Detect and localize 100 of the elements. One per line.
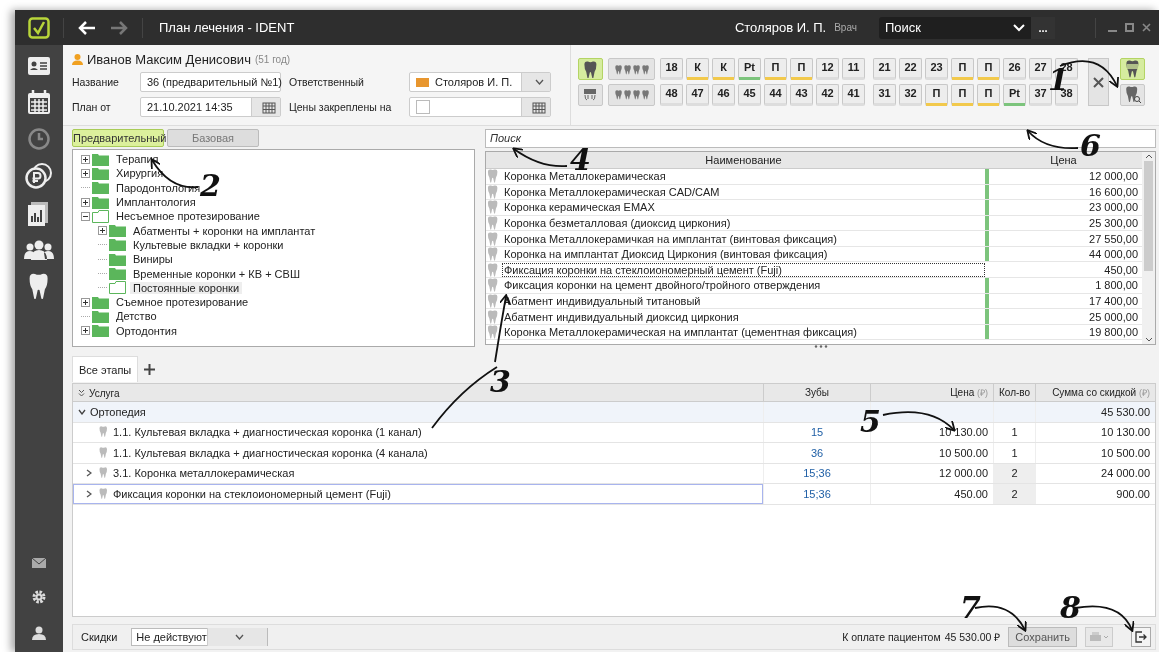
expand-icon[interactable] (81, 168, 90, 178)
tooth-button[interactable]: П (951, 58, 974, 80)
coins-icon[interactable] (25, 163, 53, 189)
checkbox[interactable] (416, 100, 430, 114)
tooth-button[interactable]: П (925, 84, 948, 106)
date-field[interactable]: 21.10.2021 14:35 (140, 97, 281, 117)
tooth-button[interactable]: Pt (1003, 84, 1026, 106)
discount-dropdown[interactable]: Не действуют (131, 628, 269, 646)
tooth-button[interactable]: 11 (842, 58, 865, 80)
tooth-button[interactable]: 41 (842, 84, 865, 106)
tooth-button[interactable]: П (764, 58, 787, 80)
expand-icon[interactable] (81, 326, 90, 336)
save-button[interactable]: Сохранить (1008, 627, 1077, 647)
scroll-down-icon[interactable] (1144, 337, 1153, 343)
tree-item[interactable]: Ортодонтия (113, 324, 180, 337)
close-icon[interactable] (1142, 23, 1151, 32)
tooth-mode-button[interactable] (1120, 58, 1145, 80)
chevron-right-icon[interactable] (86, 469, 92, 478)
tooth-button[interactable]: П (977, 58, 1000, 80)
forward-arrow-icon[interactable] (110, 20, 128, 35)
tooth-button[interactable]: 32 (899, 84, 922, 106)
tree-item[interactable]: Несъемное протезирование (113, 210, 263, 223)
report-icon[interactable] (27, 201, 51, 227)
tooth-button[interactable]: П (977, 84, 1000, 106)
expand-icon[interactable] (81, 297, 90, 307)
tooth-mode-button[interactable] (1120, 84, 1145, 106)
service-name[interactable]: Абатмент индивидуальный диоксид циркония (502, 309, 985, 324)
service-name[interactable]: Фиксация коронки на стеклоиономерный цемент (Fuji) (113, 487, 391, 500)
tree-item[interactable]: Имплантология (113, 196, 199, 209)
column-header[interactable]: Цена (950, 387, 975, 398)
service-name[interactable]: Фиксация коронки на стеклоиономерный цемент (Fuji) (502, 262, 985, 277)
tooth-button[interactable]: Pt (738, 58, 761, 80)
service-name[interactable]: 3.1. Коронка металлокерамическая (113, 467, 295, 480)
service-name[interactable]: Коронка керамическая EMAX (502, 200, 985, 215)
exit-button[interactable] (1131, 627, 1151, 647)
tooth-button[interactable]: 46 (712, 84, 735, 106)
chevron-right-icon[interactable] (86, 489, 92, 498)
tree-item[interactable]: Детство (113, 310, 160, 323)
mail-icon[interactable] (32, 558, 46, 568)
column-header[interactable]: Услуга (89, 384, 120, 402)
column-header[interactable]: Цена (1050, 151, 1077, 168)
tooth-button[interactable]: 21 (873, 58, 896, 80)
tab[interactable]: Предварительный (72, 129, 164, 147)
collapse-icon[interactable] (81, 211, 90, 221)
tooth-button[interactable]: 18 (660, 58, 683, 80)
logo-icon[interactable] (28, 16, 50, 39)
tree-item[interactable]: Постоянные коронки (130, 281, 243, 294)
resize-handle-icon[interactable] (813, 345, 828, 349)
scrollbar-thumb[interactable] (1144, 160, 1153, 271)
service-name[interactable]: Коронка безметалловая (диоксид циркония) (502, 216, 985, 230)
view-toggle-button[interactable] (578, 84, 603, 106)
expand-icon[interactable] (81, 197, 90, 207)
tree-item[interactable]: Абатменты + коронки на имплантат (130, 224, 319, 237)
tree-item[interactable]: Съемное протезирование (113, 296, 252, 309)
tree-item[interactable]: Хирургия (113, 167, 167, 180)
tooth-button[interactable]: 27 (1029, 58, 1052, 80)
calendar-icon[interactable] (262, 100, 276, 114)
tooth-button[interactable]: К (712, 58, 735, 80)
responsible-dropdown[interactable]: Столяров И. П. (409, 72, 551, 92)
service-name[interactable]: Коронка Металлокерамическая CAD/CAM (502, 184, 985, 199)
tooth-button[interactable]: 42 (816, 84, 839, 106)
people-icon[interactable] (24, 239, 54, 261)
tooth-button[interactable]: 45 (738, 84, 761, 106)
tree-item[interactable]: Виниры (130, 253, 176, 266)
tooth-button[interactable]: П (790, 58, 813, 80)
scroll-up-icon[interactable] (1144, 153, 1153, 159)
expand-icon[interactable] (81, 154, 90, 164)
service-name[interactable]: Коронка на имплантат Диоксид Циркония (винтовая фиксация) (502, 247, 985, 262)
tooth-button[interactable]: 31 (873, 84, 896, 106)
person-icon[interactable] (32, 626, 46, 640)
tooth-button[interactable]: 44 (764, 84, 787, 106)
date-field[interactable] (409, 97, 551, 117)
tooth-button[interactable]: 23 (925, 58, 948, 80)
back-arrow-icon[interactable] (78, 20, 96, 35)
add-icon[interactable] (144, 363, 156, 375)
expand-icon[interactable] (98, 226, 107, 236)
calendar-icon[interactable] (27, 89, 51, 115)
tooth-button[interactable]: П (951, 84, 974, 106)
collapse-all-icon[interactable] (78, 389, 85, 397)
column-header[interactable]: Наименование (705, 151, 782, 168)
jaw-button[interactable] (608, 84, 655, 106)
tooth-button[interactable]: 43 (790, 84, 813, 106)
tooth-button[interactable]: 26 (1003, 58, 1026, 80)
calendar-icon[interactable] (532, 100, 546, 114)
tooth-button[interactable]: 22 (899, 58, 922, 80)
service-name[interactable]: 1.1. Культевая вкладка + диагностическая коронка (1 канал) (113, 426, 422, 439)
jaw-button[interactable] (608, 58, 655, 80)
tree-item[interactable]: Временные коронки + КВ + СВШ (130, 267, 303, 280)
chevron-down-icon[interactable] (78, 408, 86, 415)
column-header[interactable]: Сумма со скидкой (1052, 387, 1137, 398)
tooth-button[interactable]: 12 (816, 58, 839, 80)
tooth-button[interactable]: К (686, 58, 709, 80)
more-button[interactable]: ... (1031, 16, 1055, 39)
tooth-button[interactable]: 47 (686, 84, 709, 106)
settings-icon[interactable] (32, 590, 46, 604)
service-name[interactable]: Фиксация коронки на цемент двойного/тройного отверждения (502, 278, 985, 293)
search-field[interactable]: Поиск ... (879, 16, 1055, 39)
tree-item[interactable]: Культевые вкладки + коронки (130, 238, 287, 251)
clock-icon[interactable] (27, 127, 51, 151)
maximize-icon[interactable] (1125, 23, 1134, 32)
